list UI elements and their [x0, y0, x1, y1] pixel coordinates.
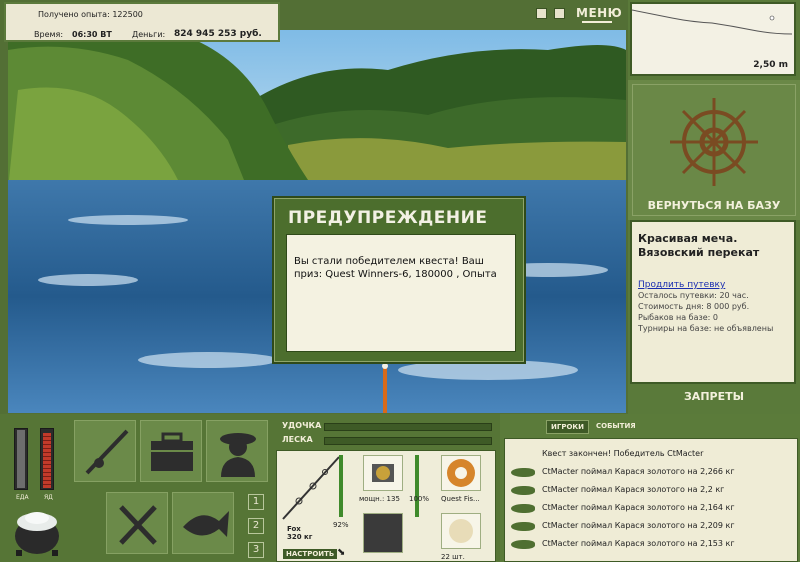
reel-condition-gauge — [415, 455, 419, 517]
money-value: 824 945 253 руб. — [174, 29, 262, 39]
rods-button[interactable] — [74, 420, 136, 482]
tackle-box-icon — [151, 432, 193, 471]
rod-tension-bar — [324, 423, 492, 431]
rod-condition-pct: 92% — [333, 521, 349, 529]
tackle-slots: Fox 320 кг НАСТРОИТЬ ⬊ 92% мощн.: 135 10… — [276, 450, 496, 562]
reel-slot[interactable] — [363, 455, 403, 491]
drag-arrow-icon[interactable]: ⬊ — [337, 547, 345, 558]
line-tension-row: ЛЕСКА — [276, 434, 496, 446]
line-name: Quest Fis... — [441, 495, 480, 503]
fork-knife-icon — [119, 505, 157, 545]
bans-button[interactable]: ЗАПРЕТЫ — [628, 390, 800, 410]
food-bar-fill — [17, 430, 25, 488]
time-value: 06:30 ВТ — [72, 30, 112, 39]
helm-wheel-icon — [670, 98, 758, 186]
tackle-box-button[interactable] — [140, 420, 202, 482]
fishing-rod-icon — [85, 429, 129, 475]
character-button[interactable] — [206, 420, 268, 482]
setup-button[interactable]: НАСТРОИТЬ — [283, 549, 338, 559]
event-row: CtMacter поймал Карася золотого на 2,2 к… — [509, 481, 793, 499]
bait-slot[interactable] — [441, 513, 481, 549]
reel-condition-pct: 100% — [409, 495, 430, 503]
base-name-line1: Красивая меча. — [638, 232, 738, 245]
event-row: CtMacter поймал Карася золотого на 2,266… — [509, 463, 793, 481]
poison-bar-fill — [43, 432, 51, 488]
fish-icon — [511, 540, 535, 549]
reel-power: мощн.: 135 — [359, 495, 400, 503]
food-bar — [14, 428, 28, 490]
day-cost: Стоимость дня: 8 000 руб. — [638, 302, 750, 311]
line-label: ЛЕСКА — [282, 435, 313, 444]
event-row: Квест закончен! Победитель CtMacter — [542, 449, 704, 458]
time-label: Время: — [34, 30, 64, 39]
fish-icon — [511, 504, 535, 513]
base-name-line2: Вязовский перекат — [638, 246, 760, 259]
page-2-button[interactable]: 2 — [248, 518, 264, 534]
top-toolbar: МЕНЮ — [534, 6, 622, 24]
rod-condition-gauge — [339, 455, 343, 517]
dialog-message: Вы стали победителем квеста! Ваш приз: Q… — [286, 234, 516, 352]
food-label: ЕДА — [16, 494, 29, 501]
bottom-panel: ЕДА ЯД 1 2 3 УДОЧКА ЛЕСКА Fox 320 кг НАС… — [0, 414, 800, 562]
money-label: Деньги: — [132, 30, 166, 39]
line-spool-icon — [447, 459, 475, 487]
menu-button[interactable]: МЕНЮ — [576, 6, 622, 24]
line-tension-bar — [324, 437, 492, 445]
tab-events[interactable]: СОБЫТИЯ — [592, 420, 640, 434]
fisherman-icon — [220, 433, 256, 477]
bait-count: 22 шт. — [441, 553, 465, 561]
line-slot[interactable] — [441, 455, 481, 491]
kitchen-button[interactable] — [106, 492, 168, 554]
food-pot-icon[interactable] — [10, 506, 64, 558]
game-window: Получено опыта: 122500 Время: 06:30 ВТ Д… — [0, 0, 800, 562]
poison-bar — [40, 428, 54, 490]
warning-dialog[interactable]: ПРЕДУПРЕЖДЕНИЕ Вы стали победителем квес… — [272, 196, 526, 364]
events-list: Квест закончен! Победитель CtMacter CtMa… — [504, 438, 798, 562]
experience-text: Получено опыта: 122500 — [38, 10, 143, 19]
fish-icon — [511, 522, 535, 531]
depth-graph: 2,50 m — [630, 2, 796, 76]
rod-name: Fox — [287, 525, 301, 533]
event-row: CtMacter поймал Карася золотого на 2,209… — [509, 517, 793, 535]
event-row: CtMacter поймал Карася золотого на 2,164… — [509, 499, 793, 517]
page-1-button[interactable]: 1 — [248, 494, 264, 510]
extend-permit-link[interactable]: Продлить путевку — [638, 280, 788, 290]
permit-remaining: Осталось путевки: 20 час. — [638, 291, 749, 300]
rod-tension-row: УДОЧКА — [276, 420, 496, 432]
event-row: CtMacter поймал Карася золотого на 2,153… — [509, 535, 793, 553]
base-info-panel: Красивая меча. Вязовский перекат Продлит… — [630, 220, 796, 384]
hook-slot[interactable] — [363, 513, 403, 553]
reel-icon — [372, 464, 394, 482]
return-to-base-button[interactable]: ВЕРНУТЬСЯ НА БАЗУ — [628, 194, 800, 216]
bait-icon — [449, 519, 473, 543]
catch-button[interactable] — [172, 492, 234, 554]
tournaments-status: Турниры на базе: не объявлены — [638, 324, 774, 333]
rod-label: УДОЧКА — [282, 421, 322, 430]
page-3-button[interactable]: 3 — [248, 542, 264, 558]
anglers-count: Рыбаков на базе: 0 — [638, 313, 718, 322]
events-panel: ИГРОКИ СОБЫТИЯ Квест закончен! Победител… — [500, 414, 800, 562]
poison-label: ЯД — [44, 494, 53, 501]
fish-icon — [511, 468, 535, 477]
pause-icon[interactable] — [536, 8, 547, 19]
rod-weight: 320 кг — [287, 533, 313, 541]
depth-value: 2,50 m — [753, 60, 788, 70]
player-stats-panel: Получено опыта: 122500 Время: 06:30 ВТ Д… — [4, 2, 280, 42]
tab-players[interactable]: ИГРОКИ — [546, 420, 589, 434]
dialog-title: ПРЕДУПРЕЖДЕНИЕ — [288, 208, 488, 228]
right-panel: 2,50 m ВЕРНУТЬСЯ НА БАЗУ Красивая меча. — [628, 0, 800, 414]
rod-panel: УДОЧКА ЛЕСКА Fox 320 кг НАСТРОИТЬ ⬊ 92% … — [276, 414, 496, 562]
fish-icon — [183, 511, 229, 537]
fish-icon — [511, 486, 535, 495]
sound-icon[interactable] — [554, 8, 565, 19]
